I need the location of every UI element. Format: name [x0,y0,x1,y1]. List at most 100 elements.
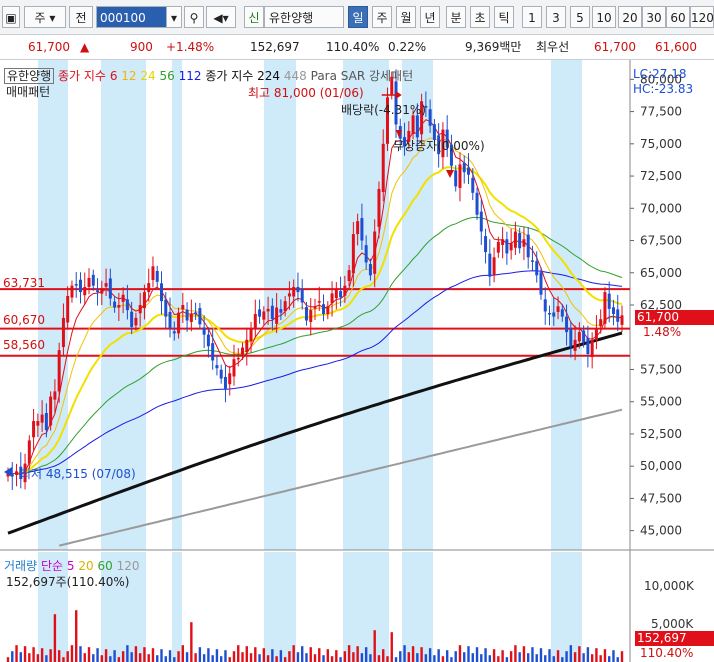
num-10[interactable]: 10 [592,6,616,28]
candle-body-2 [15,471,19,475]
period-minute[interactable]: 분 [446,6,466,28]
volume-bar-112 [484,648,487,662]
candle-body-110 [475,192,479,215]
candle-body-87 [377,188,381,227]
volume-bar-47 [207,648,210,662]
candle-body-32 [142,292,146,309]
mode-button[interactable]: 전 [69,6,93,28]
volume-bar-130 [561,657,564,662]
period-tick[interactable]: 틱 [494,6,514,28]
num-1[interactable]: 1 [522,6,542,28]
volume-bar-101 [437,649,440,662]
volume-bar-21 [96,648,99,662]
y-tick-label-5: 57,500 [640,362,682,376]
candle-body-10 [49,396,53,426]
code-dropdown-icon[interactable]: ▾ [166,6,182,28]
period-month[interactable]: 월 [396,6,416,28]
candle-body-141 [607,293,611,309]
volume-bar-37 [164,656,167,662]
candle-body-18 [83,286,87,296]
candle-body-130 [560,309,564,317]
volume-value: 152,697주(110.40%) [6,575,130,589]
candle-body-125 [539,272,543,295]
candle-body-86 [373,231,377,274]
volume-bar-44 [194,653,197,662]
market-value: 주 [34,11,46,25]
y-tick-label-9: 70,000 [640,201,682,215]
volume-bar-9 [45,655,48,662]
volume-bar-40 [177,651,180,662]
num-120[interactable]: 120 [690,6,714,28]
sin-badge[interactable]: 신 [244,6,264,28]
candle-body-11 [53,391,57,400]
volume-bar-17 [79,646,82,662]
candle-body-67 [292,286,296,297]
volume-sma60: 60 [97,559,113,573]
volume-bar-13 [62,657,65,662]
shade-band-2 [172,60,182,550]
volume-bar-111 [480,654,483,662]
num-60[interactable]: 60 [666,6,690,28]
price-tag: 61,700 [635,310,714,325]
candle-body-132 [569,328,573,347]
volume-tag: 152,697 [635,631,714,646]
num-20[interactable]: 20 [618,6,642,28]
num-3[interactable]: 3 [546,6,566,28]
volume-bar-46 [202,654,206,662]
candle-body-37 [164,299,168,317]
legend-long-label: 종가 지수 [205,69,254,83]
candle-body-107 [462,162,466,173]
num-30[interactable]: 30 [642,6,666,28]
period-second[interactable]: 초 [470,6,490,28]
candle-body-133 [573,339,577,351]
code-input[interactable]: 000100 [96,6,168,28]
volume-bar-107 [463,652,466,662]
candle-body-137 [590,339,594,358]
period-year[interactable]: 년 [420,6,440,28]
volume-bar-68 [296,652,300,662]
period-day[interactable]: 일 [348,6,368,28]
candle-body-105 [454,170,458,187]
shade-band-volume-5 [402,552,433,662]
volume-bar-109 [471,653,474,662]
y-tick-label-4: 55,000 [640,395,682,409]
volume-bar-58 [254,647,257,662]
candle-body-34 [151,266,155,280]
volume-bar-56 [245,646,248,662]
legend-hc: HC:-23.83 [633,82,694,96]
legend-sma224: 224 [257,69,281,83]
candle-body-138 [594,329,598,340]
candle-body-9 [44,413,48,431]
volume-bar-73 [318,648,321,662]
y-tick-label-0: 45,000 [640,524,682,538]
candle-body-65 [283,301,287,312]
shade-band-3 [264,60,296,550]
volume-sma-label: 단순 [40,559,64,573]
volume-bar-133 [573,652,577,662]
volume-bar-5 [28,653,31,662]
volume-bar-76 [330,656,334,662]
quote-arrow: ▲ [80,40,90,54]
volume-bar-29 [130,652,133,662]
candle-body-21 [96,290,100,293]
stock-name[interactable]: 유한양행 [264,6,344,28]
candle-body-142 [611,307,615,315]
candle-body-35 [155,270,159,282]
volume-bar-86 [373,630,376,662]
quote-vol-ratio: 110.40% [326,40,380,54]
candle-body-128 [552,312,556,317]
num-5[interactable]: 5 [570,6,590,28]
market-select[interactable]: 주 ▾ [24,6,66,28]
search-icon[interactable]: ⚲ [184,6,204,28]
chart-menu-icon[interactable]: ▣ [2,6,20,28]
volume-bar-52 [228,657,231,662]
candle-body-106 [458,164,462,188]
candle-body-119 [513,231,517,248]
sound-icon[interactable]: ◀▾ [206,6,236,28]
period-week[interactable]: 주 [372,6,392,28]
volume-bar-19 [87,647,91,662]
y-tick-label-3: 52,500 [640,427,682,441]
volume-bar-100 [433,655,436,662]
candle-body-68 [296,286,300,293]
candle-body-78 [339,291,343,298]
